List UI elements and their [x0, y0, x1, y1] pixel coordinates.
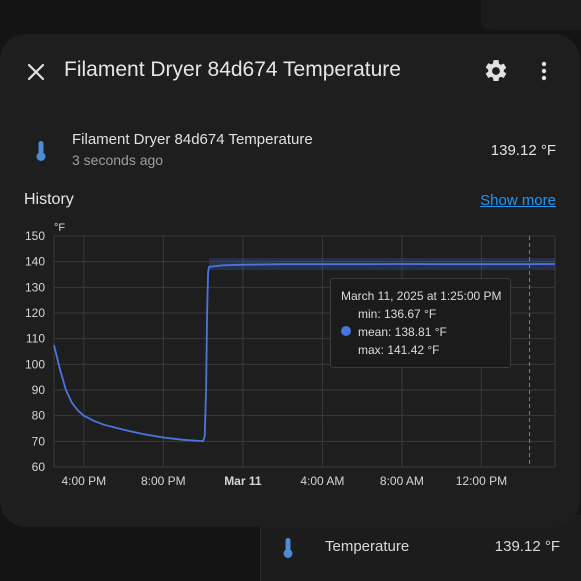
x-tick-label: 4:00 AM — [300, 474, 344, 488]
y-tick-label: 70 — [32, 434, 46, 448]
chart-tooltip: March 11, 2025 at 1:25:00 PM min: 136.67… — [330, 278, 511, 368]
more-options-button[interactable] — [534, 58, 554, 84]
background-entity-value: 139.12 °F — [494, 538, 560, 555]
settings-button[interactable] — [483, 58, 509, 84]
history-heading: History — [24, 191, 74, 208]
entity-name: Filament Dryer 84d674 Temperature — [72, 131, 313, 148]
entity-last-changed: 3 seconds ago — [72, 152, 164, 168]
x-tick-label: 8:00 PM — [141, 474, 186, 488]
show-more-link[interactable]: Show more — [480, 192, 556, 209]
tooltip-mean: mean: 138.81 °F — [358, 325, 447, 339]
y-tick-label: 80 — [32, 409, 46, 423]
more-info-dialog: Filament Dryer 84d674 Temperature Filame… — [0, 34, 580, 527]
x-tick-label: 8:00 AM — [380, 474, 424, 488]
y-axis-unit: °F — [54, 222, 65, 234]
gear-icon — [485, 60, 507, 81]
tooltip-date: March 11, 2025 at 1:25:00 PM — [341, 289, 502, 303]
background-entity-label: Temperature — [325, 538, 410, 555]
thermometer-icon — [281, 537, 295, 564]
tooltip-min: min: 136.67 °F — [358, 307, 437, 321]
y-tick-label: 100 — [25, 357, 45, 371]
more-vert-icon — [541, 61, 547, 81]
y-tick-label: 110 — [26, 332, 45, 346]
close-button[interactable] — [22, 58, 50, 86]
dialog-title: Filament Dryer 84d674 Temperature — [64, 58, 401, 81]
y-tick-label: 150 — [25, 229, 45, 243]
y-tick-label: 60 — [32, 460, 46, 474]
x-tick-label: 12:00 PM — [456, 474, 507, 488]
y-tick-label: 130 — [25, 280, 45, 294]
tooltip-max: max: 141.42 °F — [358, 343, 440, 357]
y-tick-label: 120 — [25, 306, 45, 320]
series-dot-icon — [341, 326, 351, 336]
y-tick-label: 90 — [32, 383, 46, 397]
entity-state-value: 139.12 °F — [490, 142, 556, 159]
thermometer-icon — [34, 140, 48, 167]
x-tick-label: Mar 11 — [224, 474, 262, 488]
background-panel — [481, 0, 581, 30]
close-icon — [27, 63, 45, 81]
y-tick-label: 140 — [25, 255, 45, 269]
x-tick-label: 4:00 PM — [61, 474, 106, 488]
